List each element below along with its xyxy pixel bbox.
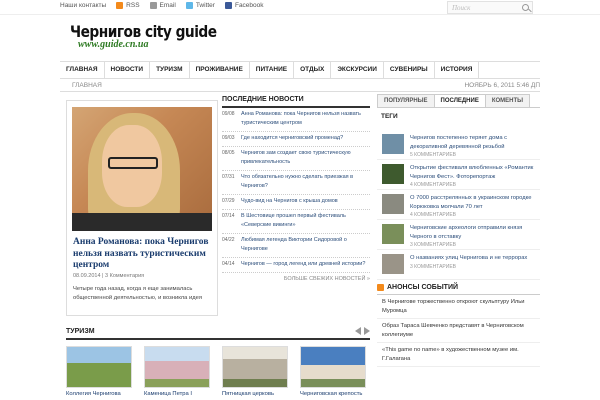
featured-photo[interactable] [72, 107, 212, 231]
event-item[interactable]: В Чернигове торжественно откроют скульпт… [377, 295, 540, 319]
top-link-twitter[interactable]: Twitter [185, 2, 215, 9]
nav-item-accommodation[interactable]: ПРОЖИВАНИЕ [190, 62, 250, 78]
top-links: Наши контакты RSS Email Twitter Facebook [60, 2, 264, 9]
search-input[interactable]: Поиск [447, 1, 533, 14]
news-heading: ПОСЛЕДНИЕ НОВОСТИ [222, 96, 370, 108]
rss-icon [116, 2, 124, 9]
carousel-arrows [355, 327, 370, 335]
tags-heading[interactable]: ТЕГИ [377, 108, 540, 122]
news-item[interactable]: 07/14 В Шестовице прошел первый фестиваль… [222, 210, 370, 234]
nav-item-news[interactable]: НОВОСТИ [105, 62, 151, 78]
featured-comments-link[interactable]: 3 Комментария [105, 273, 144, 279]
popular-item[interactable]: О названиях улиц Чернигова и не террорах… [377, 254, 540, 280]
nav-item-tourism[interactable]: ТУРИЗМ [150, 62, 190, 78]
email-icon [149, 2, 157, 9]
popular-item[interactable]: Черниговские археологи отправили князя Ч… [377, 224, 540, 250]
tab-popular[interactable]: ПОПУЛЯРНЫЕ [377, 94, 435, 107]
popular-item[interactable]: Открытие фестиваля влюбленных «Романтик … [377, 164, 540, 190]
event-item[interactable]: Образ Тараса Шевченко представят в Черни… [377, 319, 540, 343]
nav-item-home[interactable]: ГЛАВНАЯ [60, 62, 105, 78]
popular-thumb[interactable] [382, 254, 404, 274]
top-link-contacts[interactable]: Наши контакты [60, 2, 106, 9]
search-icon[interactable] [522, 4, 529, 11]
top-bar: Наши контакты RSS Email Twitter Facebook… [0, 0, 600, 15]
tab-latest[interactable]: ПОСЛЕДНИЕ [433, 94, 486, 107]
current-date: НОЯБРЬ 6, 2011 5:46 ДП [464, 82, 540, 89]
more-news-link[interactable]: БОЛЬШЕ СВЕЖИХ НОВОСТЕЙ » [222, 276, 370, 282]
event-item[interactable]: «This game no name» в художественном муз… [377, 343, 540, 367]
tourism-image[interactable] [66, 346, 132, 388]
tourism-card[interactable]: Черниговская крепость [300, 346, 366, 397]
news-item[interactable]: 09/03 Где находится черниговский променад… [222, 132, 370, 147]
nav-item-excursions[interactable]: ЭКСКУРСИИ [331, 62, 384, 78]
popular-list: Чернигов постепенно теряет дома с декора… [377, 134, 540, 280]
twitter-icon [185, 2, 193, 9]
tourism-section: ТУРИЗМ Коллегия Чернигова Каменица Петра… [66, 327, 370, 397]
tourism-heading: ТУРИЗМ [66, 327, 370, 340]
popular-thumb[interactable] [382, 224, 404, 244]
featured-post: Анна Романова: пока Чернигов нельзя назв… [66, 100, 218, 316]
popular-thumb[interactable] [382, 134, 404, 154]
tourism-card[interactable]: Пятницкая церковь [222, 346, 288, 397]
rss-icon[interactable] [377, 284, 384, 291]
nav-item-souvenirs[interactable]: СУВЕНИРЫ [384, 62, 435, 78]
nav-item-history[interactable]: ИСТОРИЯ [435, 62, 480, 78]
tourism-grid: Коллегия Чернигова Каменица Петра I Пятн… [66, 346, 370, 397]
popular-thumb[interactable] [382, 194, 404, 214]
tab-comments[interactable]: КОМЕНТЫ [484, 94, 531, 107]
news-item[interactable]: 07/31 Что обязательно нужно сделать приез… [222, 171, 370, 195]
facebook-icon [224, 2, 232, 9]
popular-item[interactable]: О 7000 расстрелянных в украинском городк… [377, 194, 540, 220]
news-item[interactable]: 04/14 Чернигов — город легенд или древней… [222, 258, 370, 273]
tourism-image[interactable] [300, 346, 366, 388]
featured-meta: 08.09.2014 | 3 Комментария [73, 273, 145, 279]
featured-title[interactable]: Анна Романова: пока Чернигов нельзя назв… [73, 237, 215, 272]
sidebar: ПОПУЛЯРНЫЕ ПОСЛЕДНИЕ КОМЕНТЫ ТЕГИ Черниг… [377, 94, 540, 367]
tourism-image[interactable] [222, 346, 288, 388]
tourism-image[interactable] [144, 346, 210, 388]
tourism-card[interactable]: Каменица Петра I [144, 346, 210, 397]
nav-item-leisure[interactable]: ОТДЫХ [294, 62, 332, 78]
featured-excerpt: Четыре года назад, когда я еще занималас… [73, 286, 202, 301]
latest-news: ПОСЛЕДНИЕ НОВОСТИ 09/08 Анна Романова: по… [222, 96, 370, 282]
arrow-right-icon[interactable] [364, 327, 370, 335]
popular-item[interactable]: Чернигов постепенно теряет дома с декора… [377, 134, 540, 160]
news-item[interactable]: 07/29 Чудо-вид на Чернигов с крыша домов [222, 195, 370, 210]
nav-item-food[interactable]: ПИТАНИЕ [250, 62, 295, 78]
sub-bar: ГЛАВНАЯ НОЯБРЬ 6, 2011 5:46 ДП [60, 80, 540, 92]
tourism-card[interactable]: Коллегия Чернигова [66, 346, 132, 397]
breadcrumb[interactable]: ГЛАВНАЯ [72, 82, 102, 89]
popular-thumb[interactable] [382, 164, 404, 184]
arrow-left-icon[interactable] [355, 327, 361, 335]
top-link-email[interactable]: Email [149, 2, 176, 9]
top-link-rss[interactable]: RSS [116, 2, 140, 9]
main-nav: ГЛАВНАЯ НОВОСТИ ТУРИЗМ ПРОЖИВАНИЕ ПИТАНИ… [60, 61, 540, 79]
top-link-facebook[interactable]: Facebook [224, 2, 264, 9]
site-logo[interactable]: Чернигов city guide www.guide.cn.ua [70, 22, 240, 50]
events-heading: АНОНСЫ СОБЫТИЙ [377, 284, 540, 295]
news-item[interactable]: 09/08 Анна Романова: пока Чернигов нельзя… [222, 108, 370, 132]
sidebar-tabs: ПОПУЛЯРНЫЕ ПОСЛЕДНИЕ КОМЕНТЫ [377, 94, 540, 108]
news-item[interactable]: 04/22 Любимая легенда Виктории Сидоровой … [222, 234, 370, 258]
news-item[interactable]: 08/05 Чернигов зам создает свою туристиче… [222, 147, 370, 171]
